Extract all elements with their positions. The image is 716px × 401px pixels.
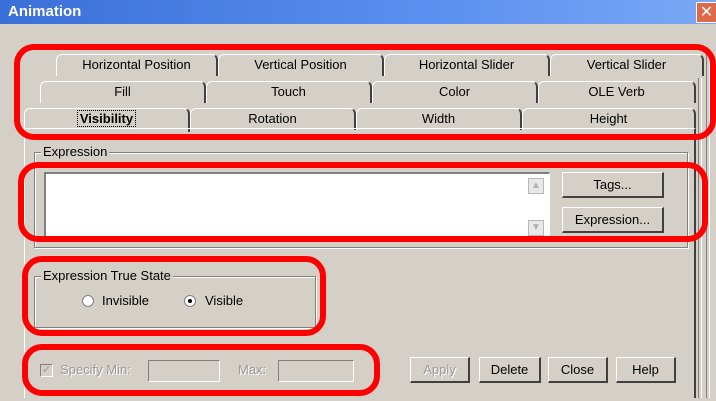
tab-stack-edge [706,50,710,398]
visible-radio[interactable] [184,295,196,307]
scroll-up-icon[interactable]: ▲ [528,178,544,194]
close-window-button[interactable]: ✕ [696,2,716,23]
expression-group-label: Expression [41,144,110,159]
invisible-label[interactable]: Invisible [102,293,149,308]
tab-color[interactable]: Color [372,81,538,103]
tags-button[interactable]: Tags... [562,172,664,198]
tab-touch[interactable]: Touch [206,81,372,103]
title-bar: Animation [0,0,716,24]
specify-min-label: Specify Min: [60,362,131,377]
close-button[interactable]: Close [548,357,608,383]
visible-label[interactable]: Visible [205,293,243,308]
tab-vertical-position[interactable]: Vertical Position [218,54,384,76]
max-field[interactable] [278,360,354,382]
tab-ole-verb[interactable]: OLE Verb [538,81,696,103]
delete-button[interactable]: Delete [479,357,541,383]
expression-input[interactable] [44,172,550,240]
tab-horizontal-position[interactable]: Horizontal Position [56,54,218,76]
specify-min-checkbox[interactable]: ✓ [40,364,53,377]
invisible-radio[interactable] [82,295,94,307]
min-field[interactable] [148,360,220,382]
tab-width[interactable]: Width [356,108,522,130]
true-state-group: Expression True State [34,268,316,328]
tab-fill[interactable]: Fill [40,81,206,103]
apply-button[interactable]: Apply [410,357,470,383]
expression-button[interactable]: Expression... [562,207,664,233]
tab-rotation[interactable]: Rotation [190,108,356,130]
help-button[interactable]: Help [616,357,676,383]
tab-vertical-slider[interactable]: Vertical Slider [550,54,704,76]
window-title: Animation [8,3,82,20]
tab-horizontal-slider[interactable]: Horizontal Slider [384,54,550,76]
scroll-down-icon[interactable]: ▼ [528,220,544,236]
true-state-group-label: Expression True State [41,268,173,283]
max-label: Max: [238,362,267,377]
tab-stack-edge [698,78,702,398]
tab-height[interactable]: Height [522,108,696,130]
